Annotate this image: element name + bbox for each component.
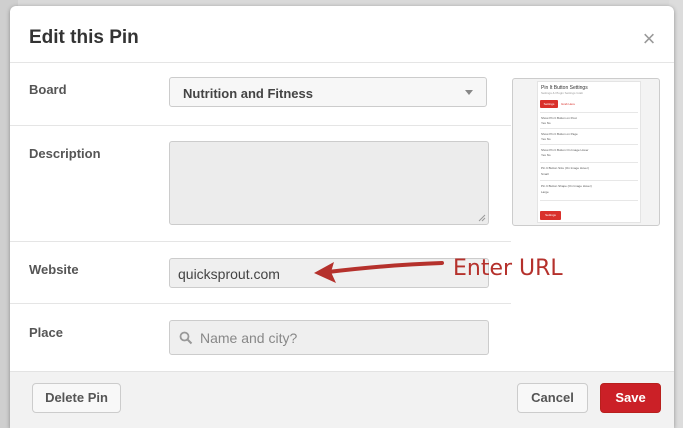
description-textarea[interactable]: [169, 141, 489, 225]
preview-settings-button: Settings: [540, 100, 558, 108]
preview-save-button: Settings: [540, 211, 561, 220]
preview-divider: [540, 112, 638, 113]
delete-pin-button[interactable]: Delete Pin: [32, 383, 121, 413]
pin-image-preview[interactable]: Pin It Button Settings Settings & Plugin…: [512, 78, 660, 226]
place-label: Place: [29, 325, 63, 340]
preview-divider: [540, 200, 638, 201]
preview-option-select: Large: [541, 190, 549, 194]
website-label: Website: [29, 262, 79, 277]
dialog-title: Edit this Pin: [29, 27, 139, 48]
preview-option-choices: Yes No: [541, 137, 551, 141]
chevron-down-icon: [465, 90, 473, 95]
preview-subtitle: Settings & Plugin Settings Grab: [541, 91, 584, 95]
board-label: Board: [29, 82, 67, 97]
preview-option-label: Show Pin It Button On Image Hover: [541, 148, 589, 152]
website-input-value: quicksprout.com: [178, 266, 280, 282]
preview-option-label: Show Pin It Button on Post: [541, 116, 577, 120]
place-placeholder: Name and city?: [200, 330, 298, 346]
preview-option-select: Small: [541, 172, 549, 176]
dialog-header: Edit this Pin ×: [10, 6, 674, 63]
save-button[interactable]: Save: [600, 383, 661, 413]
place-input[interactable]: Name and city?: [169, 320, 489, 355]
search-icon: [179, 331, 193, 345]
description-label: Description: [29, 146, 101, 161]
preview-link: Grab Here: [561, 102, 576, 106]
preview-option-choices: Yes No: [541, 153, 551, 157]
preview-option-label: Show Pin It Button on Page: [541, 132, 578, 136]
pin-image-screenshot: Pin It Button Settings Settings & Plugin…: [537, 81, 641, 223]
preview-divider: [540, 144, 638, 145]
annotation-enter-url: Enter URL: [453, 256, 563, 281]
preview-option-label: Pin It Button Size (On Image Hover): [541, 166, 589, 170]
cancel-button[interactable]: Cancel: [517, 383, 588, 413]
board-selected-value: Nutrition and Fitness: [183, 86, 313, 101]
preview-divider: [540, 180, 638, 181]
preview-divider: [540, 128, 638, 129]
resize-grip-icon[interactable]: [478, 214, 486, 222]
board-select[interactable]: Nutrition and Fitness: [169, 77, 487, 107]
preview-option-label: Pin It Button Shape (On Image Hover): [541, 184, 592, 188]
preview-divider: [540, 162, 638, 163]
preview-option-choices: Yes No: [541, 121, 551, 125]
annotation-arrow-icon: [314, 261, 444, 283]
close-icon[interactable]: ×: [638, 28, 660, 50]
dialog-footer: Delete Pin Cancel Save: [10, 371, 674, 428]
edit-pin-dialog: Edit this Pin × Board Nutrition and Fitn…: [10, 6, 674, 428]
